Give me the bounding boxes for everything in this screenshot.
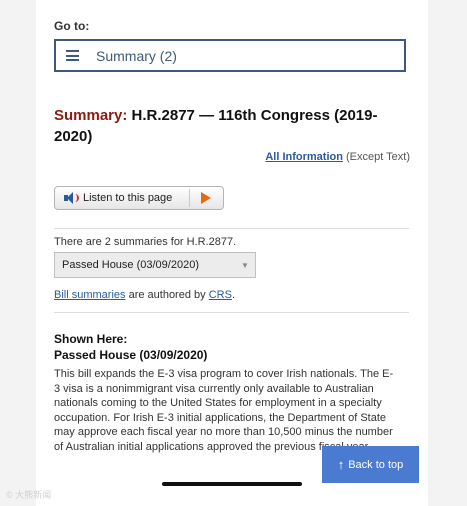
goto-selected-value: Summary (2) (96, 47, 177, 64)
summary-version-select[interactable]: Passed House (03/09/2020) ▼ (54, 252, 256, 278)
summary-line: nationals coming to the United States fo… (54, 397, 382, 409)
listen-label: Listen to this page (83, 192, 173, 204)
shown-here-heading: Shown Here: (54, 332, 128, 346)
summary-version-value: Passed House (03/09/2020) (62, 259, 199, 271)
authored-end: . (231, 289, 235, 301)
all-information-row: All Information (Except Text) (265, 151, 410, 163)
summary-word: Summary: (54, 107, 128, 124)
page-content: Go to: Summary (2) Summary: H.R.2877 — 1… (36, 0, 428, 506)
all-information-suffix: (Except Text) (346, 151, 410, 163)
listen-divider (189, 189, 190, 207)
back-to-top-button[interactable]: ↑ Back to top (322, 446, 419, 483)
goto-select[interactable]: Summary (2) (54, 39, 406, 72)
authored-mid: are authored by (128, 289, 206, 301)
summaries-count: There are 2 summaries for H.R.2877. (54, 236, 237, 248)
divider (54, 228, 409, 229)
crs-link[interactable]: CRS (209, 289, 232, 301)
bill-summaries-link[interactable]: Bill summaries (54, 289, 126, 301)
shown-version-heading: Passed House (03/09/2020) (54, 348, 208, 362)
divider (54, 312, 409, 313)
page-title: Summary: H.R.2877 — 116th Congress (2019… (54, 105, 414, 147)
summary-line: This bill expands the E-3 visa program t… (54, 368, 394, 380)
summary-line: may approve each fiscal year no more tha… (54, 426, 393, 438)
hamburger-menu-icon (66, 50, 79, 61)
home-indicator (162, 482, 302, 486)
watermark: © 大熊新闻 (6, 490, 52, 500)
summary-line: 3 visa is a nonimmigrant visa currently … (54, 382, 374, 395)
speaker-icon (63, 191, 79, 205)
all-information-link[interactable]: All Information (265, 151, 343, 163)
summary-body: This bill expands the E-3 visa program t… (54, 367, 414, 454)
listen-to-page-button[interactable]: Listen to this page (54, 186, 224, 210)
summary-line: occupation. For Irish E-3 initial applic… (54, 411, 387, 424)
chevron-down-icon: ▼ (241, 260, 249, 270)
play-icon[interactable] (201, 192, 211, 204)
arrow-up-icon: ↑ (337, 457, 345, 472)
back-to-top-label: Back to top (348, 458, 404, 471)
authored-by-text: Bill summaries are authored by CRS. (54, 289, 235, 301)
goto-label: Go to: (54, 19, 90, 33)
